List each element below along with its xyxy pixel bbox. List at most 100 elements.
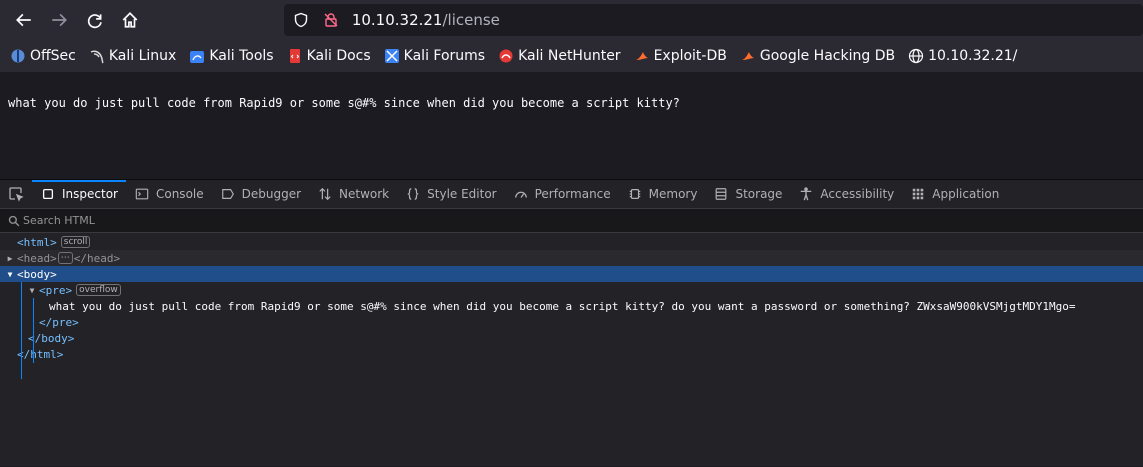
bookmarks-toolbar: OffSec Kali Linux Kali Tools Kali Docs K… <box>0 40 1143 72</box>
performance-icon <box>513 186 529 202</box>
page-text: what you do just pull code from Rapid9 o… <box>8 96 680 110</box>
globe-icon <box>908 48 924 64</box>
reload-icon <box>87 14 102 29</box>
application-icon <box>910 186 926 202</box>
element-picker-button[interactable] <box>0 180 32 208</box>
tab-network[interactable]: Network <box>309 180 397 208</box>
tab-inspector[interactable]: Inspector <box>32 180 126 208</box>
home-button[interactable] <box>114 4 145 36</box>
nethunter-icon <box>498 48 514 64</box>
tree-node-html[interactable]: <html> scroll <box>0 234 1143 250</box>
bookmark-label: Kali Docs <box>306 48 371 64</box>
tree-node-pre[interactable]: ▼ <pre> overflow <box>0 282 1143 298</box>
reload-button[interactable] <box>79 4 110 36</box>
tree-node-head[interactable]: ▶ <head> ⋯ </head> <box>0 250 1143 266</box>
ghdb-icon <box>740 48 756 64</box>
bookmark-label: Exploit-DB <box>653 48 727 64</box>
tab-label: Application <box>932 187 1000 201</box>
search-html-input[interactable] <box>23 214 323 227</box>
html-close-tag: </html> <box>17 347 64 361</box>
collapsed-ellipsis[interactable]: ⋯ <box>57 252 73 264</box>
page-content: what you do just pull code from Rapid9 o… <box>0 72 1143 180</box>
bookmark-google-hacking-db[interactable]: Google Hacking DB <box>740 48 895 64</box>
bookmark-kali-forums[interactable]: Kali Forums <box>384 48 485 64</box>
arrow-right-icon <box>52 13 68 27</box>
tab-memory[interactable]: Memory <box>619 180 706 208</box>
tab-label: Console <box>155 187 204 201</box>
bookmark-local-ip[interactable]: 10.10.32.21/ <box>908 48 1017 64</box>
overflow-badge[interactable]: overflow <box>76 284 121 296</box>
url-host: 10.10.32.21 <box>351 11 443 29</box>
expand-arrow-icon[interactable]: ▶ <box>5 254 15 263</box>
indent-guide <box>33 298 34 363</box>
body-close-tag: </body> <box>28 331 75 345</box>
pre-open-tag: <pre> <box>39 283 73 297</box>
tab-performance[interactable]: Performance <box>505 180 619 208</box>
forward-button[interactable] <box>43 4 74 36</box>
element-picker-icon <box>9 187 24 202</box>
kali-docs-icon <box>287 48 303 64</box>
style-editor-icon <box>405 186 421 202</box>
bookmark-kali-nethunter[interactable]: Kali NetHunter <box>498 48 621 64</box>
bookmark-kali-docs[interactable]: Kali Docs <box>287 48 371 64</box>
insecure-lock-icon[interactable] <box>322 11 340 29</box>
inspector-icon <box>40 186 56 202</box>
accessibility-icon <box>798 186 814 202</box>
storage-icon <box>713 186 729 202</box>
devtools-toolbar: Inspector Console Debugger Network Style… <box>0 180 1143 209</box>
tab-label: Inspector <box>62 187 118 201</box>
tab-label: Style Editor <box>427 187 497 201</box>
tree-node-text[interactable]: what you do just pull code from Rapid9 o… <box>0 298 1143 314</box>
head-open-tag: <head> <box>17 251 57 265</box>
search-html-bar <box>0 209 1143 233</box>
debugger-icon <box>220 186 236 202</box>
tab-label: Network <box>339 187 390 201</box>
bookmark-label: OffSec <box>30 48 76 64</box>
tree-node-pre-close[interactable]: </pre> <box>0 314 1143 330</box>
scroll-badge[interactable]: scroll <box>60 236 91 248</box>
bookmark-label: Google Hacking DB <box>759 48 896 64</box>
kali-tools-icon <box>189 48 205 64</box>
bookmark-exploit-db[interactable]: Exploit-DB <box>634 48 727 64</box>
collapse-arrow-icon[interactable]: ▼ <box>27 286 37 295</box>
network-icon <box>317 186 333 202</box>
bookmark-kali-tools[interactable]: Kali Tools <box>189 48 274 64</box>
tab-storage[interactable]: Storage <box>705 180 790 208</box>
tree-node-html-close[interactable]: </html> <box>0 346 1143 362</box>
tree-node-body-close[interactable]: </body> <box>0 330 1143 346</box>
url-bar[interactable]: 10.10.32.21/license <box>283 4 1143 36</box>
bookmark-kali-linux[interactable]: Kali Linux <box>89 48 176 64</box>
kali-dragon-icon <box>89 48 105 64</box>
arrow-left-icon <box>15 13 31 27</box>
bookmark-label: Kali Tools <box>209 48 274 64</box>
head-close-tag: </head> <box>73 251 121 265</box>
pre-close-tag: </pre> <box>39 315 79 329</box>
back-button[interactable] <box>8 4 39 36</box>
shield-icon[interactable] <box>292 11 310 29</box>
bookmark-label: Kali NetHunter <box>518 48 621 64</box>
pre-text-node: what you do just pull code from Rapid9 o… <box>49 299 1076 313</box>
home-icon <box>122 12 138 28</box>
console-icon <box>134 186 150 202</box>
tab-label: Accessibility <box>820 187 895 201</box>
tab-accessibility[interactable]: Accessibility <box>790 180 902 208</box>
markup-tree: <html> scroll ▶ <head> ⋯ </head> ▼ <body… <box>0 233 1143 466</box>
indent-guide <box>21 282 22 379</box>
collapse-arrow-icon[interactable]: ▼ <box>5 270 15 279</box>
tab-label: Memory <box>648 187 698 201</box>
bookmark-label: 10.10.32.21/ <box>928 48 1018 64</box>
tab-console[interactable]: Console <box>126 180 212 208</box>
body-open-tag: <body> <box>17 267 57 281</box>
tree-node-body[interactable]: ▼ <body> <box>0 266 1143 282</box>
tab-label: Storage <box>735 187 783 201</box>
tab-label: Performance <box>534 187 611 201</box>
tab-application[interactable]: Application <box>902 180 1007 208</box>
nav-toolbar: 10.10.32.21/license <box>0 0 1143 40</box>
tab-style-editor[interactable]: Style Editor <box>397 180 504 208</box>
tab-debugger[interactable]: Debugger <box>212 180 309 208</box>
bookmark-offsec[interactable]: OffSec <box>10 48 76 64</box>
html-open-tag: <html> <box>17 235 57 249</box>
offsec-icon <box>10 48 26 64</box>
kali-forums-icon <box>384 48 400 64</box>
search-icon <box>8 215 20 226</box>
